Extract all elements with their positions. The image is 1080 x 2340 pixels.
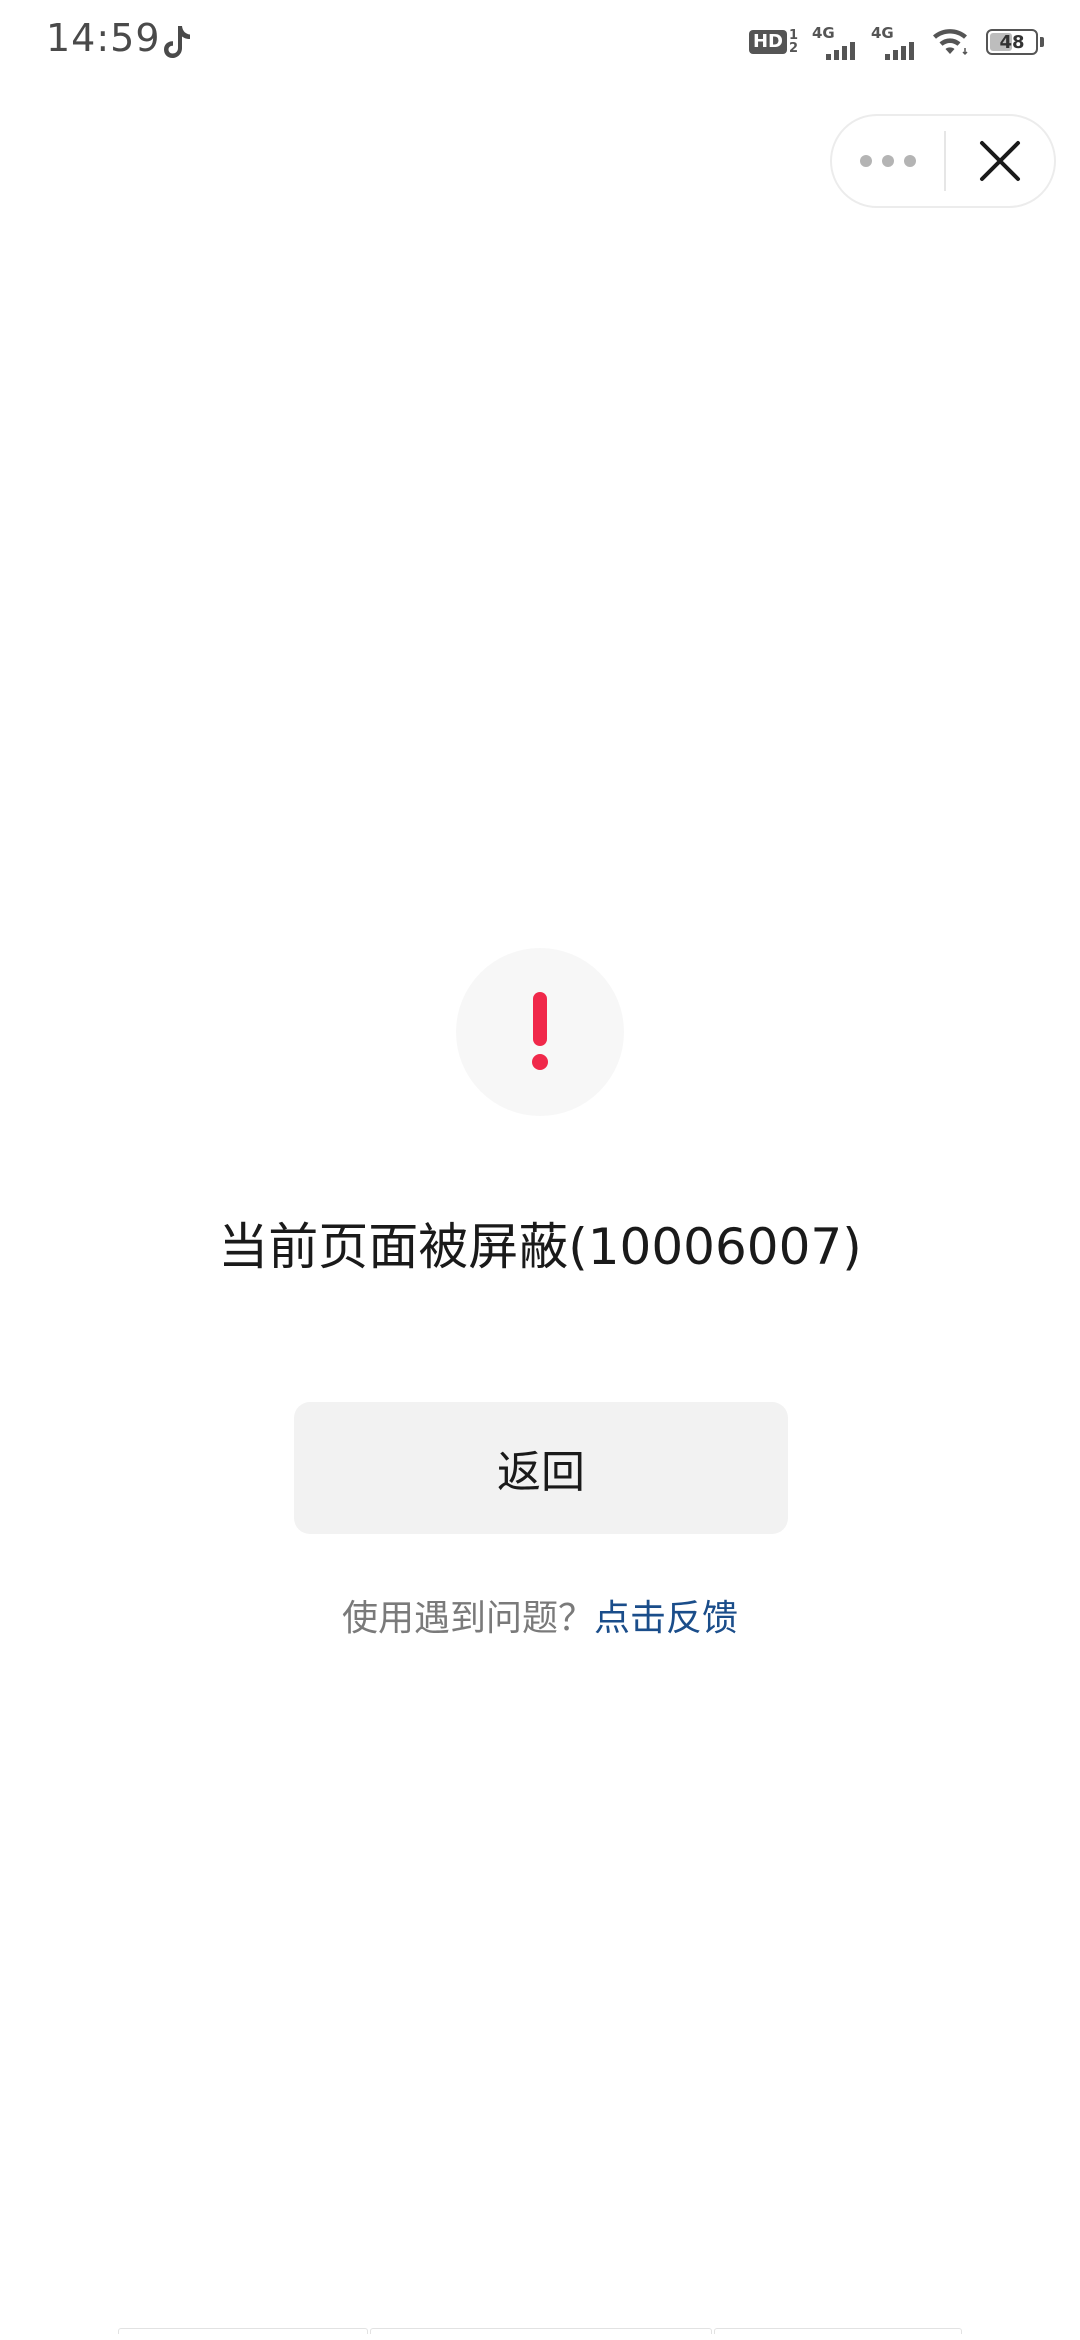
capsule-menu — [830, 114, 1056, 208]
feedback-prompt: 使用遇到问题？ — [341, 1598, 594, 1639]
signal-strength-icon: 4G — [871, 24, 914, 60]
hd-sub: 1 2 — [789, 29, 798, 55]
feedback-line: 使用遇到问题？点击反馈 — [0, 1594, 1080, 1644]
gesture-segment — [714, 2328, 962, 2334]
tiktok-icon — [164, 26, 190, 58]
hd-label: HD — [748, 30, 787, 54]
signal-label: 4G — [812, 24, 835, 42]
back-button[interactable]: 返回 — [294, 1402, 788, 1534]
hd-badge: HD 1 2 — [748, 29, 798, 55]
signal-label: 4G — [871, 24, 894, 42]
status-indicators: HD 1 2 4G 4G 48 — [748, 22, 1044, 62]
signal-strength-icon: 4G — [812, 24, 855, 60]
wifi-icon — [933, 29, 968, 56]
bottom-gesture-bar — [0, 2328, 1080, 2336]
close-button[interactable] — [946, 116, 1054, 206]
feedback-link[interactable]: 点击反馈 — [594, 1598, 738, 1639]
warning-badge — [456, 948, 624, 1116]
battery-nub — [1040, 37, 1044, 47]
gesture-segment — [370, 2328, 712, 2334]
page-title: 当前页面被屏蔽(10006007) — [218, 1218, 862, 1276]
close-icon — [980, 141, 1020, 181]
battery-icon: 48 — [986, 29, 1038, 55]
more-dots-icon[interactable] — [832, 116, 944, 206]
status-bar: 14:59 HD 1 2 4G 4G 48 — [0, 0, 1080, 84]
exclamation-icon — [532, 992, 548, 1070]
battery-level: 48 — [999, 31, 1025, 53]
gesture-segment — [118, 2328, 368, 2334]
hd-sub-bottom: 2 — [788, 41, 798, 56]
status-time: 14:59 — [46, 16, 161, 60]
